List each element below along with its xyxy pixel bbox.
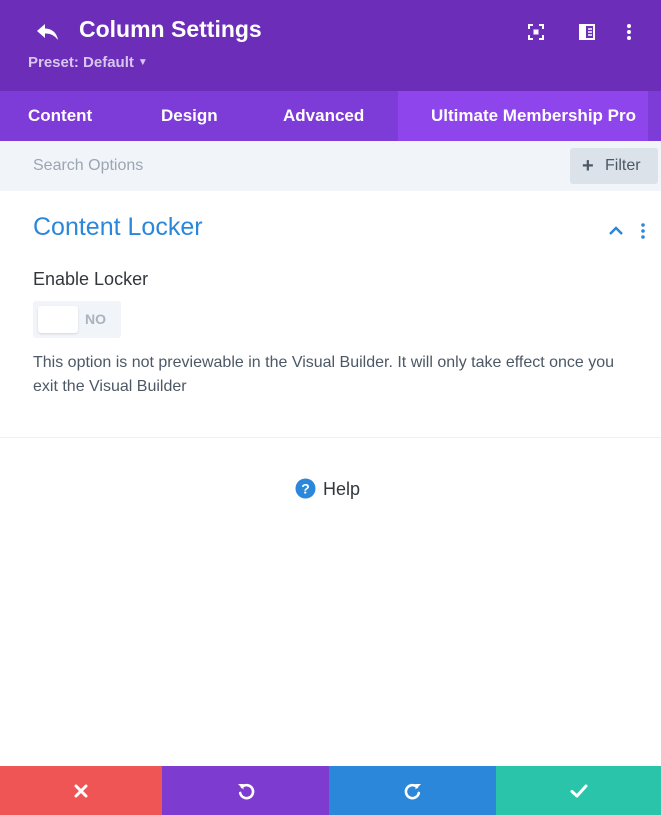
tab-ultimate-membership-pro[interactable]: Ultimate Membership Pro xyxy=(398,91,648,141)
help-label: Help xyxy=(323,479,361,499)
split-view-icon[interactable] xyxy=(577,22,597,42)
field-description: This option is not previewable in the Vi… xyxy=(33,354,615,395)
toggle-knob xyxy=(38,306,78,333)
focus-icon[interactable] xyxy=(526,22,546,42)
tab-design[interactable]: Design xyxy=(161,91,218,141)
save-button[interactable] xyxy=(496,766,661,815)
more-vertical-icon[interactable] xyxy=(619,22,639,42)
search-input[interactable] xyxy=(33,150,553,182)
enable-locker-label: Enable Locker xyxy=(33,269,149,289)
close-icon xyxy=(74,784,88,797)
undo-icon xyxy=(237,783,254,799)
preset-dropdown[interactable]: Preset: Default ▼ xyxy=(28,54,148,71)
modal-header: Column Settings Preset: Default ▼ xyxy=(0,0,661,91)
tab-content[interactable]: Content xyxy=(28,91,92,141)
chevron-up-icon[interactable] xyxy=(606,221,626,241)
preset-label: Preset: Default xyxy=(28,54,134,71)
section-title[interactable]: Content Locker xyxy=(33,213,203,242)
search-bar xyxy=(0,141,661,191)
svg-text:?: ? xyxy=(301,481,310,497)
check-icon xyxy=(570,784,587,797)
tab-bar: Content Design Advanced Ultimate Members… xyxy=(0,91,661,141)
redo-button[interactable] xyxy=(329,766,496,815)
divider xyxy=(0,437,661,438)
redo-icon xyxy=(404,783,421,799)
back-icon[interactable] xyxy=(34,19,62,45)
caret-down-icon: ▼ xyxy=(137,57,148,68)
plus-icon: + xyxy=(582,155,594,177)
enable-locker-toggle[interactable]: NO xyxy=(33,301,121,338)
section-more-icon[interactable] xyxy=(636,221,650,241)
footer-actions xyxy=(0,766,661,815)
modal-title: Column Settings xyxy=(79,16,262,42)
tab-advanced[interactable]: Advanced xyxy=(283,91,364,141)
toggle-state-label: NO xyxy=(85,311,106,327)
filter-label: Filter xyxy=(605,157,641,174)
filter-button[interactable]: + Filter xyxy=(570,148,658,184)
discard-button[interactable] xyxy=(0,766,162,815)
help-icon: ? xyxy=(295,478,316,499)
undo-button[interactable] xyxy=(162,766,329,815)
